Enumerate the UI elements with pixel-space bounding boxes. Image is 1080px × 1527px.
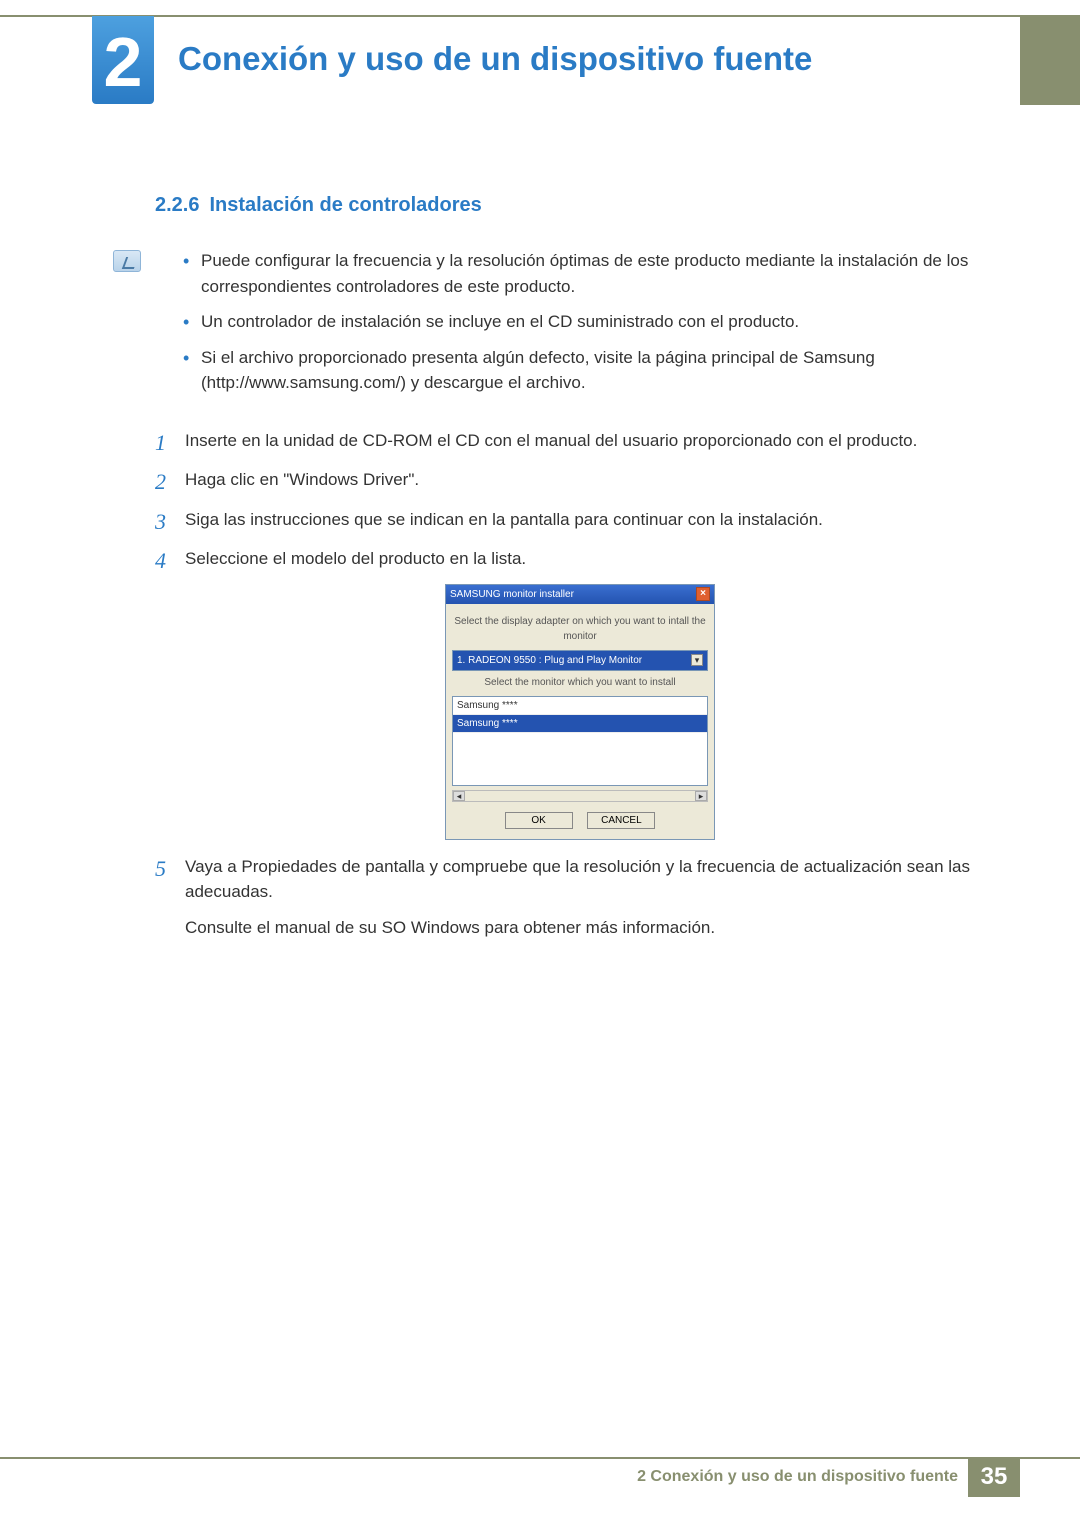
cancel-button[interactable]: CANCEL bbox=[587, 812, 655, 829]
step-text: Haga clic en "Windows Driver". bbox=[185, 470, 419, 489]
list-item[interactable]: Samsung **** bbox=[453, 697, 707, 715]
installer-adapter-label: Select the display adapter on which you … bbox=[452, 614, 708, 644]
step-number: 4 bbox=[155, 544, 166, 577]
step: 3 Siga las instrucciones que se indican … bbox=[155, 507, 975, 533]
note-bullet: Un controlador de instalación se incluye… bbox=[201, 309, 975, 335]
step: 4 Seleccione el modelo del producto en l… bbox=[155, 546, 975, 840]
step: 5 Vaya a Propiedades de pantalla y compr… bbox=[155, 854, 975, 941]
step-number: 1 bbox=[155, 426, 166, 459]
step-number: 2 bbox=[155, 465, 166, 498]
step-text: Inserte en la unidad de CD-ROM el CD con… bbox=[185, 431, 917, 450]
scroll-left-icon[interactable]: ◂ bbox=[453, 791, 465, 801]
note-bullet: Puede configurar la frecuencia y la reso… bbox=[201, 248, 975, 299]
installer-title: SAMSUNG monitor installer bbox=[450, 587, 574, 602]
adapter-dropdown[interactable]: 1. RADEON 9550 : Plug and Play Monitor ▾ bbox=[452, 650, 708, 671]
chevron-down-icon[interactable]: ▾ bbox=[691, 654, 703, 666]
top-right-tab bbox=[1020, 15, 1080, 105]
step-text: Seleccione el modelo del producto en la … bbox=[185, 549, 526, 568]
installer-body: Select the display adapter on which you … bbox=[446, 604, 714, 839]
step-number: 5 bbox=[155, 852, 166, 885]
section-heading: 2.2.6 Instalación de controladores bbox=[155, 190, 975, 220]
monitor-list[interactable]: Samsung **** Samsung **** bbox=[452, 696, 708, 786]
horizontal-scrollbar[interactable]: ◂ ▸ bbox=[452, 790, 708, 802]
step-text: Siga las instrucciones que se indican en… bbox=[185, 510, 823, 529]
page-footer: 2 Conexión y uso de un dispositivo fuent… bbox=[0, 1457, 1080, 1497]
page-content: 2.2.6 Instalación de controladores Puede … bbox=[155, 190, 975, 954]
list-item[interactable]: Samsung **** bbox=[453, 715, 707, 733]
close-icon[interactable]: × bbox=[696, 587, 710, 601]
numbered-steps: 1 Inserte en la unidad de CD-ROM el CD c… bbox=[155, 428, 975, 941]
installer-button-row: OK CANCEL bbox=[452, 812, 708, 829]
step: 2 Haga clic en "Windows Driver". bbox=[155, 467, 975, 493]
installer-monitor-label: Select the monitor which you want to ins… bbox=[452, 675, 708, 690]
chapter-title: Conexión y uso de un dispositivo fuente bbox=[178, 34, 812, 84]
ok-button[interactable]: OK bbox=[505, 812, 573, 829]
footer-page-number: 35 bbox=[968, 1457, 1020, 1497]
adapter-selected-value: 1. RADEON 9550 : Plug and Play Monitor bbox=[457, 653, 642, 668]
scroll-right-icon[interactable]: ▸ bbox=[695, 791, 707, 801]
step: 1 Inserte en la unidad de CD-ROM el CD c… bbox=[155, 428, 975, 454]
footer-chapter-title: 2 Conexión y uso de un dispositivo fuent… bbox=[637, 1465, 968, 1489]
note-bullet: Si el archivo proporcionado presenta alg… bbox=[201, 345, 975, 396]
footer-rule bbox=[0, 1457, 1080, 1459]
note-bullet-list: Puede configurar la frecuencia y la reso… bbox=[201, 248, 975, 406]
installer-titlebar: SAMSUNG monitor installer × bbox=[446, 585, 714, 604]
chapter-number-badge: 2 bbox=[92, 16, 154, 104]
installer-dialog: SAMSUNG monitor installer × Select the d… bbox=[445, 584, 715, 840]
note-block: Puede configurar la frecuencia y la reso… bbox=[155, 248, 975, 406]
section-title: Instalación de controladores bbox=[209, 194, 481, 216]
step-text: Vaya a Propiedades de pantalla y comprue… bbox=[185, 857, 970, 902]
top-rule bbox=[0, 15, 1080, 17]
step-number: 3 bbox=[155, 505, 166, 538]
note-icon bbox=[113, 250, 141, 272]
section-number: 2.2.6 bbox=[155, 194, 199, 216]
step-note: Consulte el manual de su SO Windows para… bbox=[185, 918, 715, 937]
